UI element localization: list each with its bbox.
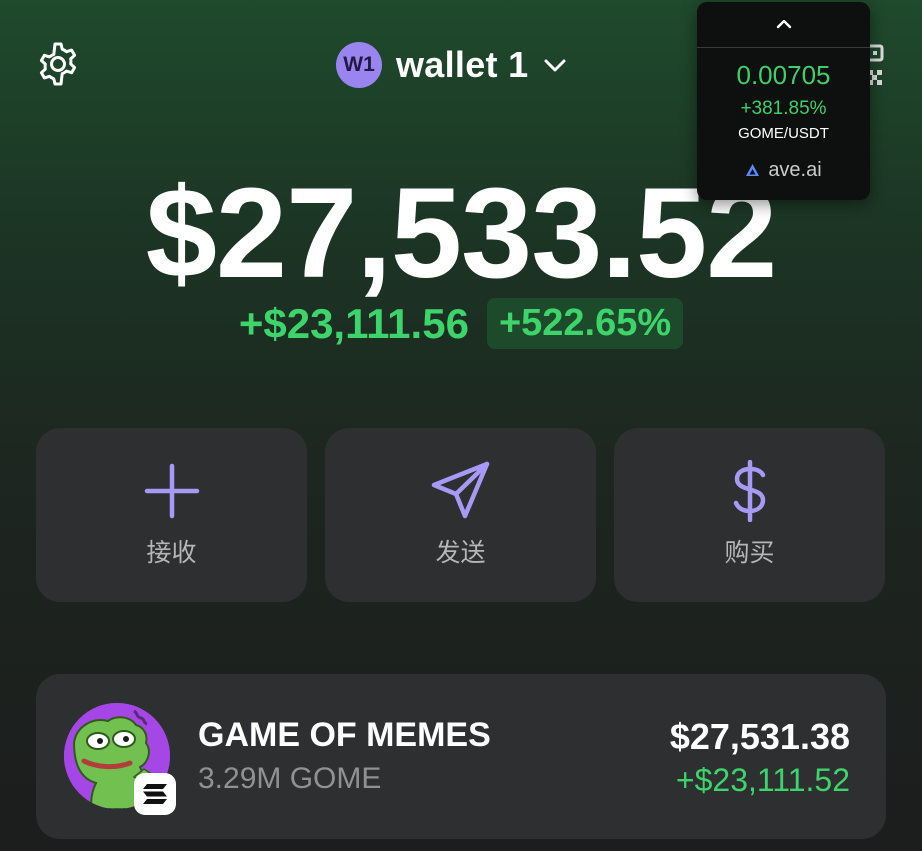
ticker-price: 0.00705: [736, 60, 831, 90]
buy-button[interactable]: 购买: [614, 428, 885, 602]
send-label: 发送: [435, 539, 486, 567]
balance-change-row: +$23,111.56 +522.65%: [0, 298, 922, 349]
token-list-item[interactable]: GAME OF MEMES 3.29M GOME $27,531.38 +$23…: [36, 674, 886, 839]
token-value: $27,531.38: [669, 716, 850, 757]
ticker-collapse-button[interactable]: [697, 10, 870, 38]
token-amount: 3.29M GOME: [198, 762, 382, 795]
send-button[interactable]: 发送: [325, 428, 596, 602]
receive-label: 接收: [146, 539, 197, 567]
price-ticker-overlay[interactable]: 0.00705 +381.85% GOME/USDT ave.ai: [697, 2, 870, 200]
ticker-divider: [697, 47, 870, 48]
ticker-source-label: ave.ai: [768, 159, 822, 181]
buy-label: 购买: [724, 539, 775, 567]
wallet-name: wallet 1: [396, 44, 529, 85]
gear-icon: [39, 42, 77, 86]
chevron-up-icon: [776, 19, 791, 29]
ticker-pair: GOME/USDT: [738, 125, 829, 142]
ticker-change: +381.85%: [740, 98, 827, 119]
token-change: +$23,111.52: [675, 762, 850, 798]
dollar-icon: [733, 460, 765, 522]
ticker-source: ave.ai: [697, 159, 870, 182]
token-name: GAME OF MEMES: [198, 716, 491, 754]
ave-logo-icon: [746, 164, 760, 176]
settings-button[interactable]: [34, 40, 82, 88]
wallet-switcher[interactable]: W1 wallet 1: [336, 40, 568, 90]
receive-button[interactable]: 接收: [36, 428, 307, 602]
chevron-down-icon: [544, 59, 566, 72]
balance-change-percent-badge: +522.65%: [486, 298, 684, 349]
wallet-avatar: W1: [336, 42, 382, 88]
balance-change-amount: +$23,111.56: [238, 299, 469, 347]
send-icon: [431, 461, 489, 519]
solana-chain-badge: [134, 773, 176, 815]
plus-icon: [144, 463, 199, 519]
solana-icon: [143, 784, 167, 804]
